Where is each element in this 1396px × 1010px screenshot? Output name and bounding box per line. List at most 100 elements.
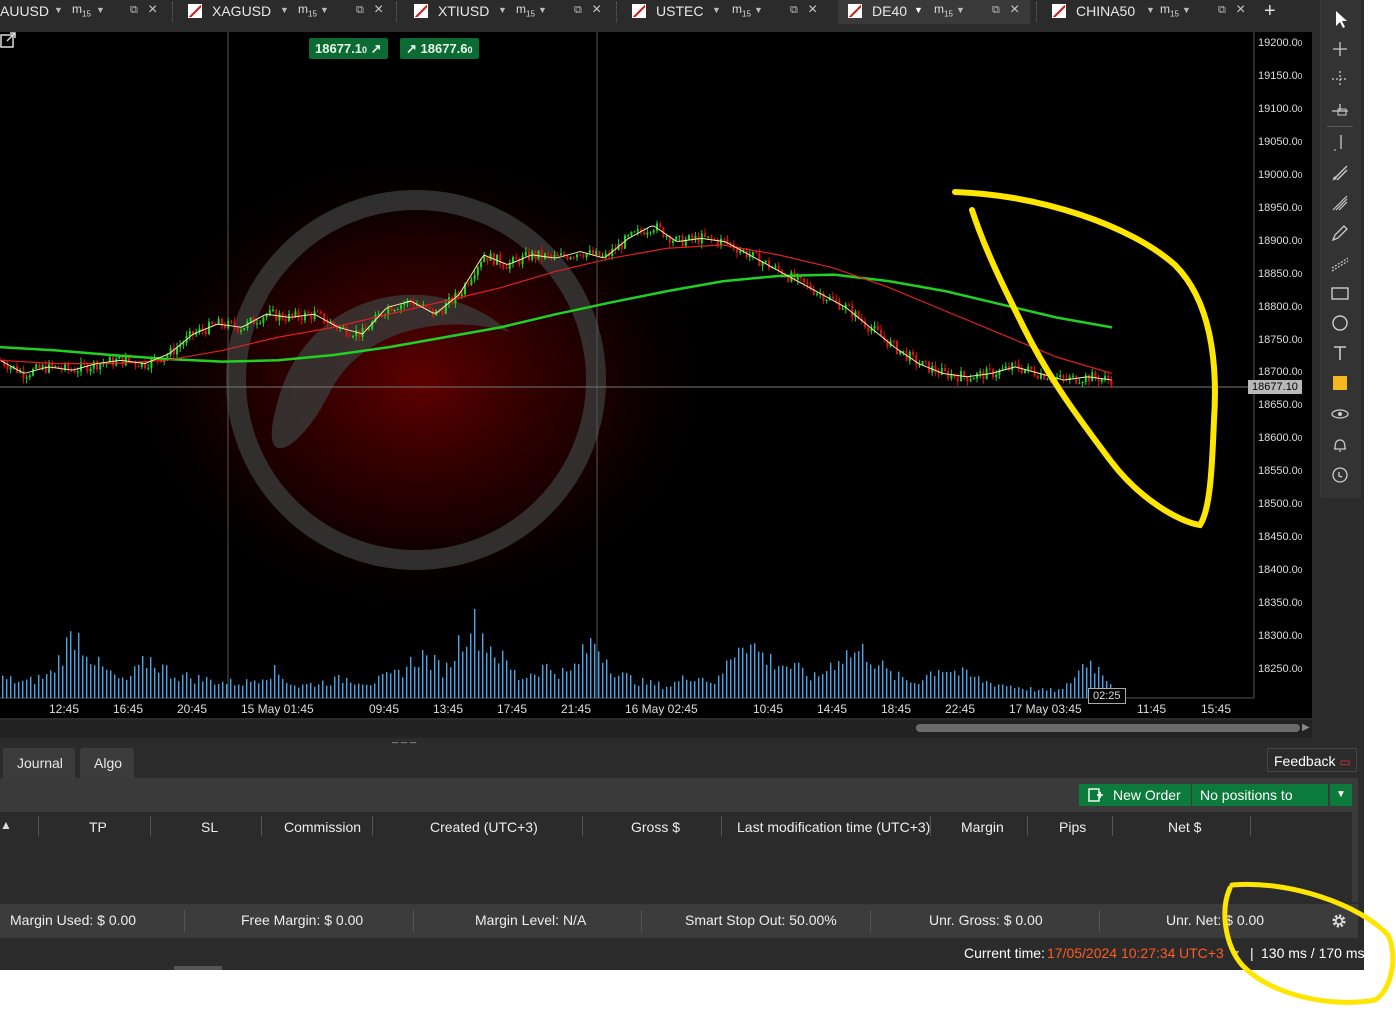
candle-body bbox=[572, 257, 575, 259]
text-icon[interactable] bbox=[1329, 342, 1351, 364]
close-all-positions-button[interactable]: No positions to close bbox=[1192, 784, 1328, 825]
volume-bar bbox=[954, 670, 956, 698]
ellipse-icon[interactable] bbox=[1329, 312, 1351, 334]
column-header[interactable]: TP bbox=[89, 819, 107, 835]
tab-ustec[interactable]: USTEC ▼ m15 ▼ ⧉ × bbox=[622, 0, 830, 24]
expand-icon[interactable] bbox=[0, 32, 16, 48]
crosshair-icon[interactable] bbox=[1329, 38, 1351, 60]
price-axis-label: 18550.00 bbox=[1258, 465, 1303, 478]
volume-bar bbox=[946, 671, 948, 698]
channel-icon[interactable] bbox=[1329, 252, 1351, 274]
rectangle-icon[interactable] bbox=[1329, 282, 1351, 304]
price-axis-label: 19100.00 bbox=[1258, 102, 1303, 115]
chevron-down-icon[interactable]: ▼ bbox=[956, 5, 965, 15]
volume-bar bbox=[966, 669, 968, 698]
popout-icon[interactable]: ⧉ bbox=[790, 4, 798, 17]
trend-line-icon[interactable] bbox=[1329, 162, 1351, 184]
column-header[interactable]: SL bbox=[201, 819, 218, 835]
cursor-arrow-icon[interactable] bbox=[1329, 8, 1351, 30]
popout-icon[interactable]: ⧉ bbox=[356, 4, 364, 17]
close-icon[interactable]: × bbox=[808, 1, 817, 19]
volume-bar bbox=[566, 671, 568, 698]
chevron-down-icon[interactable]: ▼ bbox=[96, 5, 105, 15]
chevron-down-icon[interactable]: ▼ bbox=[1232, 948, 1241, 958]
chart-scrollbar[interactable]: ▶ bbox=[0, 720, 1312, 738]
volume-bar bbox=[518, 679, 520, 698]
chevron-down-icon[interactable]: ▼ bbox=[498, 5, 507, 15]
popout-icon[interactable]: ⧉ bbox=[992, 4, 1000, 17]
close-icon[interactable]: × bbox=[1010, 1, 1019, 19]
add-tab-button[interactable]: + bbox=[1264, 0, 1276, 23]
column-header[interactable]: Commission bbox=[284, 819, 361, 835]
tab-xtiusd[interactable]: XTIUSD ▼ m15 ▼ ⧉ × bbox=[404, 0, 612, 24]
chevron-down-icon[interactable]: ▼ bbox=[280, 5, 289, 15]
popout-icon[interactable]: ⧉ bbox=[1218, 4, 1226, 17]
timeframe-label[interactable]: m15 bbox=[72, 2, 91, 18]
column-header[interactable]: Net $ bbox=[1168, 819, 1201, 835]
buy-price-button[interactable]: ↗ 18677.60 bbox=[400, 38, 479, 59]
tab-de40[interactable]: DE40 ▼ m15 ▼ ⧉ × bbox=[838, 0, 1030, 24]
gear-icon[interactable] bbox=[1330, 912, 1348, 930]
chevron-down-icon[interactable]: ▼ bbox=[538, 5, 547, 15]
chevron-down-icon[interactable]: ▼ bbox=[914, 5, 923, 15]
vertical-line-icon[interactable] bbox=[1329, 132, 1351, 154]
chevron-down-icon[interactable]: ▼ bbox=[712, 5, 721, 15]
horizontal-line-icon[interactable] bbox=[1329, 98, 1351, 120]
tab-auusd[interactable]: AUUSD ▼ m15 ▼ ⧉ × bbox=[0, 0, 170, 24]
tab-journal[interactable]: Journal bbox=[3, 748, 75, 778]
candle-body bbox=[224, 325, 226, 329]
close-icon[interactable]: × bbox=[374, 1, 383, 19]
volume-bar bbox=[826, 671, 828, 698]
column-header[interactable]: Pips bbox=[1059, 819, 1086, 835]
chevron-down-icon[interactable]: ▼ bbox=[754, 5, 763, 15]
candle-body bbox=[739, 250, 742, 253]
bell-alert-icon[interactable] bbox=[1329, 434, 1351, 456]
candle-body bbox=[697, 236, 700, 244]
close-icon[interactable]: × bbox=[148, 1, 157, 19]
timeframe-label[interactable]: m15 bbox=[298, 2, 317, 18]
sell-price-button[interactable]: 18677.10 ↗ bbox=[309, 38, 388, 59]
popout-icon[interactable]: ⧉ bbox=[574, 4, 582, 17]
tab-algo[interactable]: Algo bbox=[80, 748, 135, 778]
price-axis-label: 18450.00 bbox=[1258, 531, 1303, 544]
timeframe-label[interactable]: m15 bbox=[934, 2, 953, 18]
candle-body bbox=[921, 361, 924, 365]
column-header[interactable]: Gross $ bbox=[631, 819, 680, 835]
close-icon[interactable]: × bbox=[592, 1, 601, 19]
sort-asc-icon[interactable]: ▲ bbox=[0, 818, 12, 832]
candle-body bbox=[467, 284, 470, 286]
replay-icon[interactable] bbox=[1329, 464, 1351, 486]
column-divider bbox=[1250, 816, 1251, 836]
scroll-right-icon[interactable]: ▶ bbox=[1302, 722, 1310, 733]
chevron-down-icon[interactable]: ▼ bbox=[320, 5, 329, 15]
volume-bar bbox=[806, 676, 808, 698]
fibonacci-icon[interactable] bbox=[1329, 192, 1351, 214]
candle-body bbox=[553, 254, 556, 257]
timeframe-label[interactable]: m15 bbox=[1160, 2, 1179, 18]
chevron-down-icon[interactable]: ▼ bbox=[1182, 5, 1191, 15]
tab-china50[interactable]: CHINA50 ▼ m15 ▼ ⧉ × bbox=[1042, 0, 1256, 24]
crosshair-dotted-icon[interactable] bbox=[1329, 68, 1351, 90]
chevron-down-icon[interactable]: ▼ bbox=[1146, 5, 1155, 15]
new-order-button[interactable]: New Order bbox=[1079, 784, 1191, 806]
timeframe-label[interactable]: m15 bbox=[732, 2, 751, 18]
close-icon[interactable]: × bbox=[1236, 1, 1245, 19]
candle-body bbox=[137, 365, 140, 368]
column-header[interactable]: Created (UTC+3) bbox=[430, 819, 538, 835]
column-header[interactable]: Last modification time (UTC+3) bbox=[737, 819, 930, 835]
pencil-icon[interactable] bbox=[1329, 222, 1351, 244]
chevron-down-icon[interactable]: ▼ bbox=[54, 5, 63, 15]
price-chart[interactable]: 18677.10 ↗ ↗ 18677.60 19200.00 19150.00 19… bbox=[0, 32, 1312, 718]
tab-xagusd[interactable]: XAGUSD ▼ m15 ▼ ⧉ × bbox=[178, 0, 392, 24]
timezone-selector[interactable]: UTC+3 bbox=[1179, 945, 1224, 961]
color-fill-icon[interactable] bbox=[1329, 372, 1351, 394]
column-divider bbox=[372, 816, 373, 836]
volume-bar bbox=[326, 685, 328, 698]
feedback-button[interactable]: Feedback ▭ bbox=[1267, 748, 1357, 772]
column-header[interactable]: Margin bbox=[961, 819, 1004, 835]
eye-icon[interactable] bbox=[1329, 402, 1351, 424]
scrollbar-thumb[interactable] bbox=[916, 724, 1300, 732]
popout-icon[interactable]: ⧉ bbox=[130, 4, 138, 17]
chevron-down-icon[interactable]: ▼ bbox=[1330, 784, 1352, 806]
timeframe-label[interactable]: m15 bbox=[516, 2, 535, 18]
